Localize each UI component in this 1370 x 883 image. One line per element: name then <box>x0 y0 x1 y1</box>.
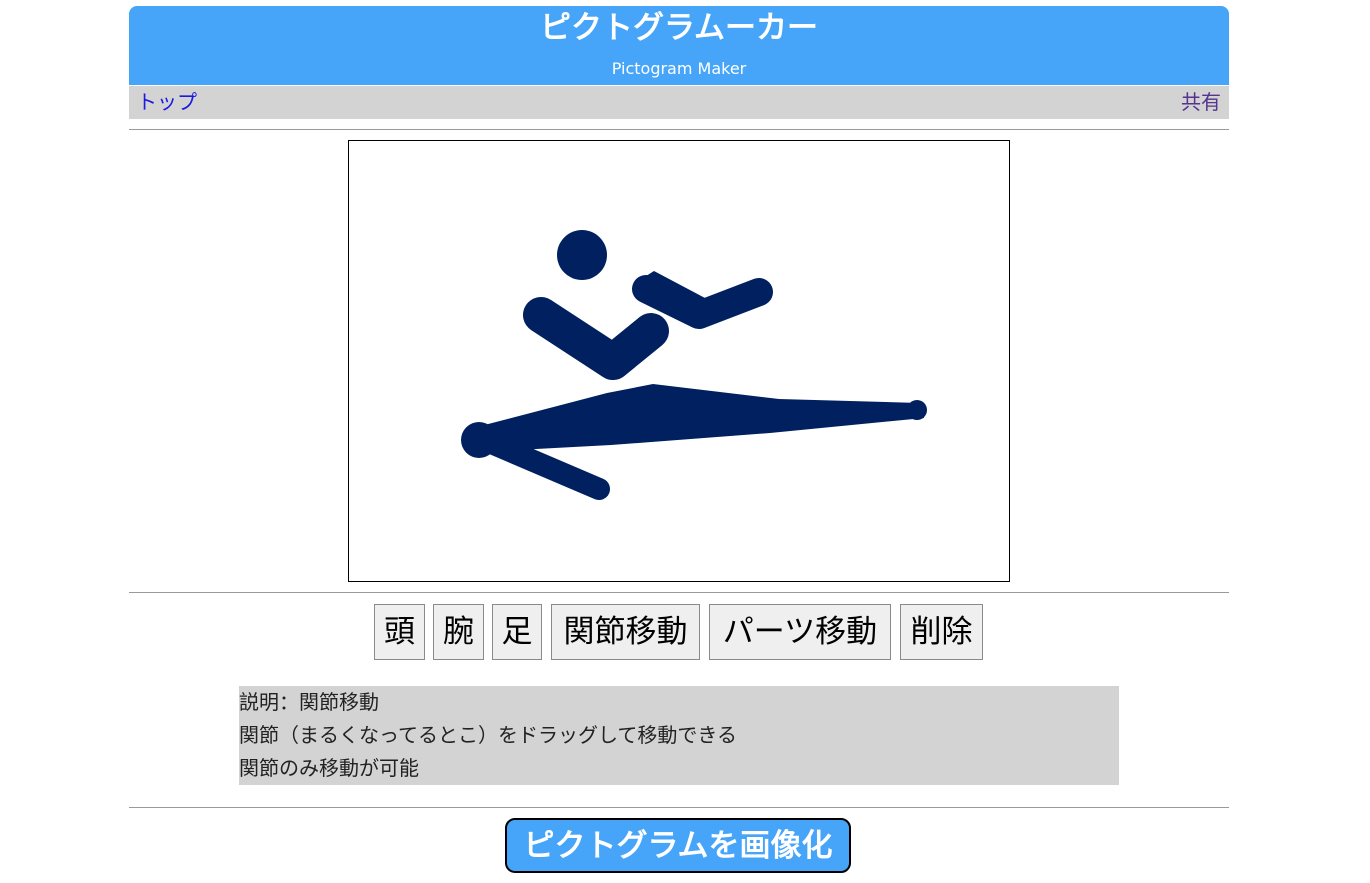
description-title: 説明：関節移動 <box>239 690 379 714</box>
app-title: ピクトグラムーカー <box>539 10 819 46</box>
pictogram-torso-leg[interactable] <box>469 384 924 452</box>
delete-button[interactable]: 削除 <box>900 604 983 660</box>
navbar: トップ 共有 <box>129 86 1229 119</box>
divider-middle <box>129 592 1229 593</box>
pictogram-figure <box>461 230 927 500</box>
nav-share-link[interactable]: 共有 <box>1181 89 1221 115</box>
description-panel: 説明：関節移動 関節（まるくなってるとこ）をドラッグして移動できる 関節のみ移動… <box>239 686 1119 785</box>
pictogram-head[interactable] <box>557 230 607 280</box>
pictogram-canvas[interactable] <box>348 140 1010 582</box>
description-note: 関節のみ移動が可能 <box>239 756 419 780</box>
pictogram-arm-left[interactable] <box>523 297 669 380</box>
export-image-button[interactable]: ピクトグラムを画像化 <box>505 818 851 873</box>
move-joint-button[interactable]: 関節移動 <box>551 604 700 660</box>
pictogram-foot-right[interactable] <box>907 400 927 420</box>
description-text: 関節（まるくなってるとこ）をドラッグして移動できる <box>239 723 737 747</box>
leg-button[interactable]: 足 <box>492 604 542 660</box>
divider-bottom <box>129 807 1229 808</box>
arm-button[interactable]: 腕 <box>433 604 484 660</box>
head-button[interactable]: 頭 <box>374 604 425 660</box>
header: ピクトグラムーカー Pictogram Maker <box>129 6 1229 85</box>
toolbar: 頭 腕 足 関節移動 パーツ移動 削除 <box>129 604 1229 660</box>
app-subtitle: Pictogram Maker <box>611 59 747 78</box>
pictogram-joint-hip[interactable] <box>461 422 497 458</box>
nav-home-link[interactable]: トップ <box>137 89 197 115</box>
move-part-button[interactable]: パーツ移動 <box>709 604 891 660</box>
divider-top <box>129 129 1229 130</box>
